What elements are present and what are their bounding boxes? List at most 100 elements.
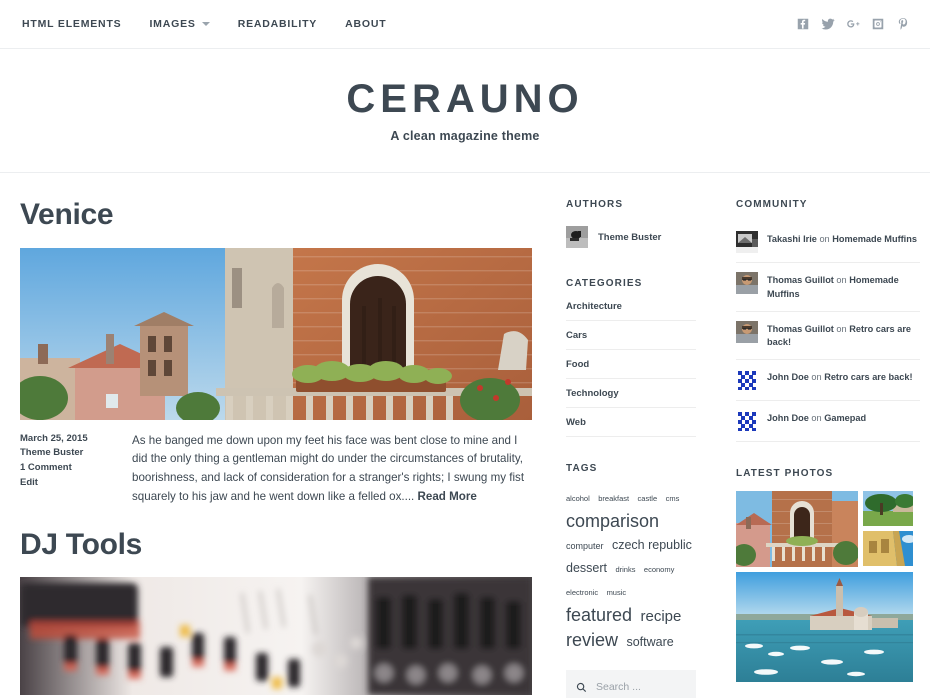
post-excerpt-block: As he banged me down upon my feet his fa… (132, 432, 532, 507)
venice-balcony-photo (736, 491, 858, 568)
search-input[interactable] (594, 680, 686, 695)
category-list: Architecture Cars Food Technology Web (566, 301, 696, 437)
comment-row[interactable]: John Doe on Gamepad (736, 401, 920, 443)
widget-title-authors: AUTHORS (566, 199, 624, 210)
search-box[interactable] (566, 670, 696, 698)
tag-link[interactable]: review (566, 630, 618, 650)
comment-connector: on (816, 234, 833, 244)
tag-link[interactable]: castle (638, 494, 658, 503)
instagram-icon[interactable] (871, 17, 885, 31)
tag-link[interactable]: alcohol (566, 494, 590, 503)
post-edit-link[interactable]: Edit (20, 476, 132, 491)
nav-item-readability[interactable]: READABILITY (238, 18, 331, 30)
author-row[interactable]: Theme Buster (566, 222, 696, 252)
comment-row[interactable]: Thomas Guillot on Retro cars are back! (736, 312, 920, 361)
nav-label: ABOUT (345, 18, 387, 30)
tag-link[interactable]: music (607, 588, 627, 597)
tag-link[interactable]: dessert (566, 561, 607, 575)
photo-column-left (736, 491, 858, 568)
photo-thumb-park-tree[interactable] (863, 491, 913, 527)
post-venice: Venice March 25, 2015 Theme Buster 1 Com… (20, 199, 532, 507)
post-meta-row: March 25, 2015 Theme Buster 1 Comment Ed… (20, 432, 532, 507)
comment-author[interactable]: Thomas Guillot (767, 324, 834, 334)
comment-text: John Doe on Gamepad (767, 410, 866, 426)
sidebar-primary: AUTHORS Theme Buster CATEGORIES Architec… (566, 199, 696, 698)
avatar-identicon (736, 410, 758, 433)
tag-link[interactable]: cms (666, 494, 680, 503)
nav-item-html-elements[interactable]: HTML ELEMENTS (22, 18, 135, 30)
post-featured-image-dj-tools[interactable] (20, 577, 532, 696)
comment-author[interactable]: Takashi Irie (767, 234, 817, 244)
tag-link[interactable]: czech republic (612, 538, 692, 552)
post-featured-image-venice[interactable] (20, 247, 532, 420)
main-content-column: Venice March 25, 2015 Theme Buster 1 Com… (20, 199, 532, 698)
sidebar-secondary: COMMUNITY Takashi Irie on Homemade Muffi… (736, 199, 920, 698)
dj-mixer-photo (20, 577, 532, 696)
widget-latest-photos: LATEST PHOTOS (736, 468, 920, 683)
google-plus-icon[interactable] (846, 17, 860, 31)
photo-thumb-yellow-building[interactable] (863, 531, 913, 567)
category-item[interactable]: Technology (566, 379, 696, 408)
post-title[interactable]: Venice (20, 199, 532, 231)
venice-photo (20, 247, 532, 420)
comment-post-title[interactable]: Gamepad (824, 413, 866, 423)
tag-link[interactable]: economy (644, 565, 674, 574)
venice-lagoon-panorama-photo (736, 572, 913, 683)
category-item[interactable]: Web (566, 408, 696, 437)
post-comment-count[interactable]: 1 Comment (20, 461, 132, 476)
tag-link[interactable]: comparison (566, 511, 659, 531)
tag-cloud: alcohol breakfast castle cms comparison … (566, 486, 696, 654)
nav-item-images[interactable]: IMAGES (149, 18, 223, 30)
widget-tags: TAGS alcohol breakfast castle cms compar… (566, 463, 696, 698)
twitter-icon[interactable] (821, 17, 835, 31)
site-tagline: A clean magazine theme (390, 128, 540, 143)
comment-row[interactable]: John Doe on Retro cars are back! (736, 360, 920, 402)
category-item[interactable]: Food (566, 350, 696, 379)
avatar (736, 272, 758, 294)
tag-link[interactable]: software (626, 635, 673, 649)
author-name[interactable]: Theme Buster (598, 232, 661, 243)
comment-text: Thomas Guillot on Homemade Muffins (767, 272, 920, 302)
photo-thumb-venice-balcony[interactable] (736, 491, 858, 568)
avatar-identicon (736, 369, 758, 392)
top-navigation-bar: HTML ELEMENTS IMAGES READABILITY ABOUT (0, 0, 930, 49)
category-item[interactable]: Architecture (566, 301, 696, 321)
comment-post-title[interactable]: Retro cars are back! (824, 372, 912, 382)
post-author[interactable]: Theme Buster (20, 446, 132, 461)
comment-text: John Doe on Retro cars are back! (767, 369, 913, 385)
avatar (736, 231, 758, 253)
comment-row[interactable]: Takashi Irie on Homemade Muffins (736, 222, 920, 263)
comment-connector: on (833, 275, 850, 285)
nav-item-about[interactable]: ABOUT (345, 18, 400, 30)
tag-link[interactable]: recipe (641, 608, 682, 625)
nav-label: HTML ELEMENTS (22, 18, 122, 30)
comment-author[interactable]: John Doe (767, 413, 809, 423)
photo-column-right (863, 491, 913, 567)
tag-link[interactable]: electronic (566, 588, 598, 597)
tag-link[interactable]: breakfast (598, 494, 629, 503)
widget-authors: AUTHORS Theme Buster (566, 199, 696, 252)
site-title[interactable]: CERAUNO (346, 79, 583, 119)
widget-title-tags: TAGS (566, 463, 598, 474)
widget-title-community: COMMUNITY (736, 199, 808, 210)
tag-link[interactable]: featured (566, 605, 632, 625)
comment-row[interactable]: Thomas Guillot on Homemade Muffins (736, 263, 920, 312)
tag-link[interactable]: computer (566, 541, 604, 551)
category-item[interactable]: Cars (566, 321, 696, 350)
comment-connector: on (833, 323, 850, 334)
widget-title-latest-photos: LATEST PHOTOS (736, 468, 834, 480)
photo-thumb-venice-lagoon[interactable] (736, 572, 913, 683)
post-title[interactable]: DJ Tools (20, 529, 532, 561)
post-dj-tools: DJ Tools (20, 529, 532, 696)
avatar (736, 320, 758, 343)
post-date: March 25, 2015 (20, 432, 88, 444)
comment-connector: on (808, 413, 825, 424)
read-more-link[interactable]: Read More (418, 490, 477, 503)
widget-categories: CATEGORIES Architecture Cars Food Techno… (566, 278, 696, 437)
comment-author[interactable]: John Doe (767, 372, 809, 382)
facebook-icon[interactable] (796, 17, 810, 31)
tag-link[interactable]: drinks (615, 565, 635, 574)
pinterest-icon[interactable] (896, 17, 910, 31)
comment-author[interactable]: Thomas Guillot (767, 275, 834, 285)
comment-post-title[interactable]: Homemade Muffins (832, 234, 917, 244)
